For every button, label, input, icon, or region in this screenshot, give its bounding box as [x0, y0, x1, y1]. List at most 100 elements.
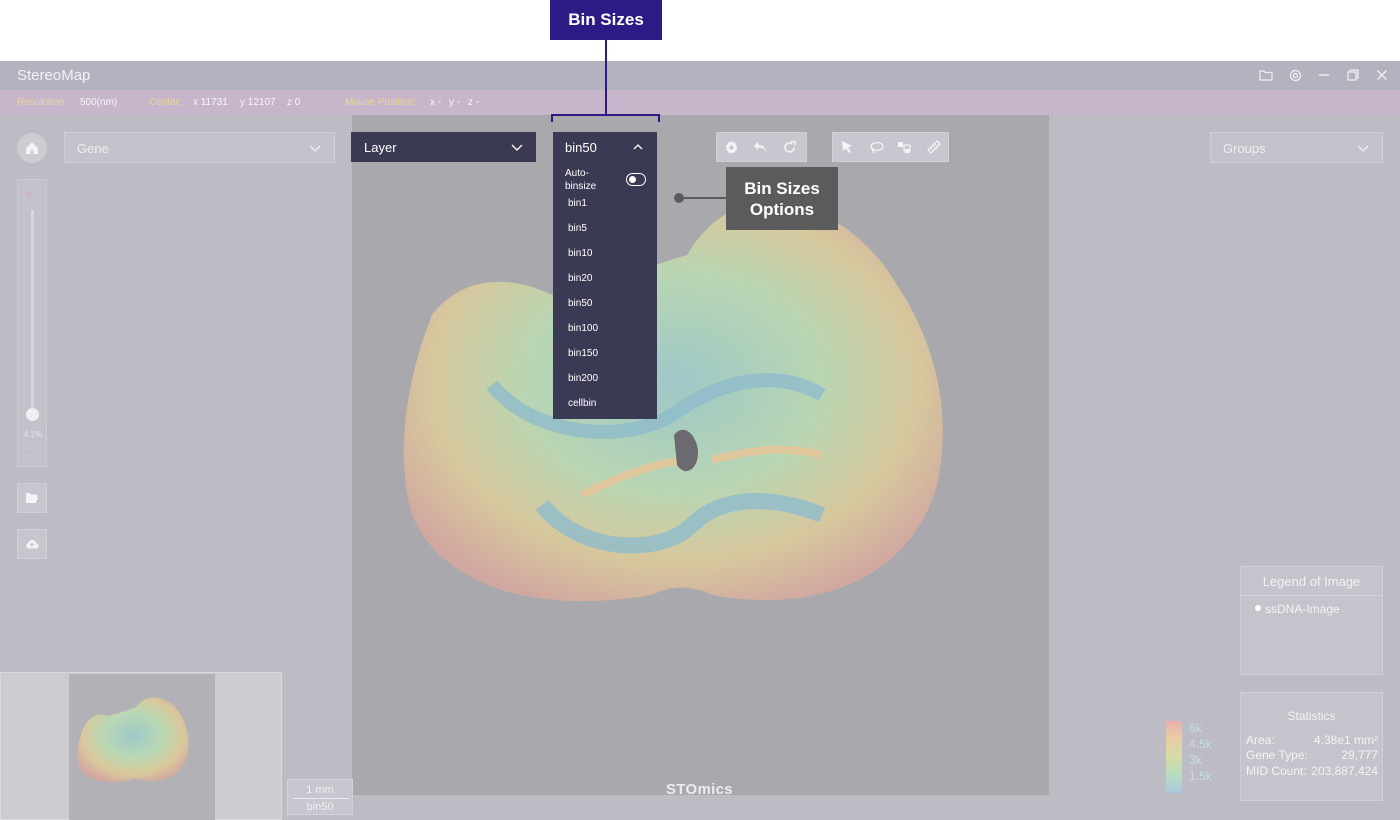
bin-option[interactable]: bin100: [568, 323, 598, 334]
rect-select-tool-button[interactable]: [891, 133, 920, 161]
zoom-slider-track[interactable]: [31, 210, 34, 412]
stomics-logo: STOmics: [666, 781, 733, 798]
restore-icon[interactable]: [1345, 67, 1361, 83]
tissue-canvas[interactable]: [352, 115, 1049, 795]
pointer-icon: [842, 141, 853, 153]
stat-key: MID Count:: [1246, 764, 1307, 778]
lasso-tool-button[interactable]: [862, 133, 891, 161]
mouse-position-label: Mouse Position:: [345, 97, 417, 108]
mouse-y: y -: [449, 97, 461, 108]
info-bar: Resolution: 500(nm) Center: x 11731 y 12…: [0, 90, 1400, 115]
chevron-down-icon: [309, 145, 321, 152]
tissue-image: [403, 203, 943, 602]
bin-sizes-options-callout: Bin Sizes Options: [726, 167, 838, 230]
zoom-out-icon[interactable]: −: [26, 442, 37, 463]
zoom-in-icon[interactable]: +: [24, 184, 35, 205]
open-folder-button[interactable]: [17, 483, 47, 513]
selection-toolbar: [832, 132, 949, 162]
gear-icon[interactable]: [1287, 67, 1303, 83]
pointer-tool-button[interactable]: [833, 133, 862, 161]
gene-select[interactable]: Gene: [64, 132, 335, 163]
groups-select[interactable]: Groups: [1210, 132, 1383, 163]
zoom-slider-handle[interactable]: [26, 408, 39, 421]
legend-title: Legend of Image: [1241, 567, 1382, 596]
zoom-percent: 4.1%: [23, 430, 43, 439]
undo-icon: [754, 141, 766, 152]
stat-value: 203,887,424: [1311, 764, 1378, 778]
chevron-down-icon: [1357, 145, 1369, 152]
statistics-panel: Statistics Area: 4.38e1 mm² Gene Type: 2…: [1240, 692, 1383, 801]
gear-icon: [725, 140, 738, 154]
window-controls: [1258, 67, 1390, 83]
folder-open-icon: [26, 493, 38, 503]
stat-key: Area:: [1246, 733, 1275, 747]
bin-size-selected: bin50: [565, 140, 597, 155]
undo-button[interactable]: [746, 133, 775, 161]
zoom-panel: + 4.1% −: [17, 179, 47, 467]
mouse-x: x -: [430, 97, 442, 108]
gene-select-label: Gene: [77, 141, 109, 156]
ruler-tool-button[interactable]: [919, 133, 948, 161]
stat-key: Gene Type:: [1246, 748, 1308, 762]
layer-select-label: Layer: [364, 140, 397, 155]
lasso-icon: [869, 141, 884, 154]
bin-option[interactable]: bin10: [568, 248, 592, 259]
close-icon[interactable]: [1374, 67, 1390, 83]
title-bar: StereoMap: [0, 61, 1400, 90]
resolution-value: 500(nm): [80, 97, 118, 108]
redo-button[interactable]: [775, 133, 804, 161]
minimap[interactable]: [0, 672, 282, 820]
resolution-label: Resolution:: [17, 97, 68, 108]
center-y: y 12107: [240, 97, 276, 108]
auto-binsize-label: Auto-binsize: [565, 168, 597, 192]
chevron-up-icon: [633, 144, 643, 150]
legend-panel: Legend of Image ssDNA-Image: [1240, 566, 1383, 675]
annotation-connector-line: [605, 40, 607, 116]
cloud-upload-icon: [26, 539, 39, 549]
edit-toolbar: [716, 132, 807, 162]
scale-line: [293, 798, 349, 799]
chevron-down-icon: [511, 144, 523, 151]
center-label: Center:: [149, 97, 182, 108]
bin-option[interactable]: bin20: [568, 273, 592, 284]
center-x: x 11731: [193, 97, 228, 108]
color-scale-tick: 3k: [1189, 753, 1202, 767]
expression-color-scale: [1166, 721, 1182, 793]
callout-line-2: Options: [749, 199, 815, 219]
callout-line: [679, 197, 726, 199]
statistics-title: Statistics: [1287, 709, 1336, 723]
scale-bin: bin50: [306, 801, 334, 813]
minimap-tissue: [77, 697, 189, 782]
center-z: z 0: [287, 97, 301, 108]
legend-item[interactable]: ssDNA-Image: [1255, 602, 1340, 616]
bin-option[interactable]: bin150: [568, 348, 598, 359]
stereomap-window: StereoMap Resolution: 500(nm) Center: x …: [0, 61, 1400, 820]
stat-value: 29,777: [1341, 748, 1378, 762]
folder-icon[interactable]: [1258, 67, 1274, 83]
cloud-upload-button[interactable]: [17, 529, 47, 559]
stat-value: 4.38e1 mm²: [1313, 733, 1378, 747]
bin-size-dropdown-menu: Auto-binsize bin1 bin5 bin10 bin20 bin50…: [553, 162, 657, 419]
bin-option[interactable]: bin5: [568, 223, 587, 234]
home-button[interactable]: [17, 133, 47, 163]
settings-button[interactable]: [717, 133, 746, 161]
auto-binsize-toggle[interactable]: [626, 173, 646, 186]
layer-select[interactable]: Layer: [351, 132, 536, 162]
app-title: StereoMap: [17, 67, 91, 84]
color-scale-tick: 6k: [1189, 721, 1202, 735]
bin-sizes-annotation-label: Bin Sizes: [550, 0, 662, 40]
color-scale-tick: 4.5k: [1189, 737, 1212, 751]
color-scale-tick: 1.5k: [1189, 769, 1212, 783]
minimize-icon[interactable]: [1316, 67, 1332, 83]
callout-line-1: Bin Sizes: [744, 178, 820, 198]
bin-option[interactable]: bin200: [568, 373, 598, 384]
ruler-icon: [926, 140, 941, 154]
scale-indicator: 1 mm bin50: [287, 779, 353, 815]
bin-option[interactable]: bin50: [568, 298, 592, 309]
bin-option[interactable]: cellbin: [568, 398, 596, 409]
annotation-bracket: [551, 114, 660, 122]
bin-option[interactable]: bin1: [568, 198, 587, 209]
rect-select-icon: [898, 141, 911, 153]
mouse-z: z -: [468, 97, 480, 108]
bin-size-select[interactable]: bin50: [553, 132, 657, 162]
